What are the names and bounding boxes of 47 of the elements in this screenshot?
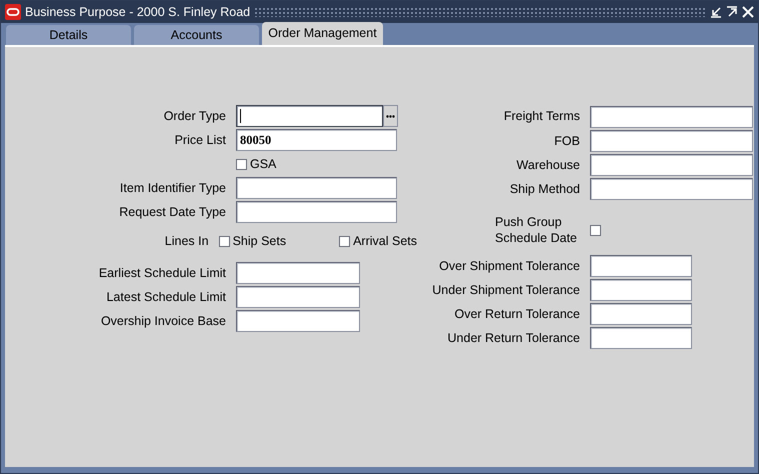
field-label: Over Return Tolerance: [453, 306, 581, 323]
window-title: Business Purpose - 2000 S. Finley Road: [25, 4, 250, 21]
input-field[interactable]: [236, 286, 360, 308]
field-label: Ship Method: [508, 180, 581, 198]
field-label: Push Group Schedule Date: [494, 214, 578, 246]
field-label: Earliest Schedule Limit: [98, 264, 227, 282]
input-field[interactable]: [590, 255, 692, 277]
input-field[interactable]: [590, 279, 692, 301]
field-label: FOB: [553, 132, 581, 150]
field-label: Request Date Type: [118, 204, 227, 221]
input-field[interactable]: [590, 154, 753, 176]
input-field[interactable]: [236, 310, 360, 332]
input-field[interactable]: [590, 106, 753, 128]
tab[interactable]: Details: [6, 25, 131, 45]
app-logo-icon: [5, 4, 21, 20]
field-label: Item Identifier Type: [118, 180, 227, 197]
text-cursor: [240, 109, 241, 123]
checkbox[interactable]: [590, 224, 604, 236]
field-label: Over Shipment Tolerance: [438, 258, 581, 275]
input-field[interactable]: [590, 178, 753, 200]
input-field[interactable]: [590, 130, 753, 152]
field-label: Overship Invoice Base: [100, 312, 227, 330]
input-field[interactable]: [236, 105, 383, 127]
field-label: Lines In: [164, 232, 210, 250]
input-field[interactable]: [236, 262, 360, 284]
checkbox[interactable]: Ship Sets: [218, 232, 286, 250]
tab[interactable]: Accounts: [134, 25, 259, 45]
field-label: Under Shipment Tolerance: [431, 282, 581, 299]
checkbox[interactable]: Arrival Sets: [339, 232, 417, 250]
list-of-values-button[interactable]: [383, 105, 398, 127]
input-field[interactable]: [590, 303, 692, 325]
field-label: Under Return Tolerance: [446, 330, 581, 347]
more-icon: [386, 114, 395, 118]
tab[interactable]: Order Management: [262, 22, 383, 45]
field-label: Freight Terms: [502, 108, 581, 126]
checkbox[interactable]: GSA: [236, 154, 276, 174]
input-field[interactable]: [590, 327, 692, 349]
input-field[interactable]: [236, 201, 397, 223]
field-label: Price List: [174, 132, 227, 149]
input-field[interactable]: 80050: [236, 129, 397, 151]
field-label: Latest Schedule Limit: [105, 288, 227, 306]
input-field[interactable]: [236, 177, 397, 199]
field-label: Warehouse: [516, 156, 581, 174]
field-label: Order Type: [162, 108, 227, 125]
maximize-icon[interactable]: [726, 6, 738, 18]
minimize-icon[interactable]: [710, 6, 722, 18]
close-icon[interactable]: [742, 6, 754, 18]
